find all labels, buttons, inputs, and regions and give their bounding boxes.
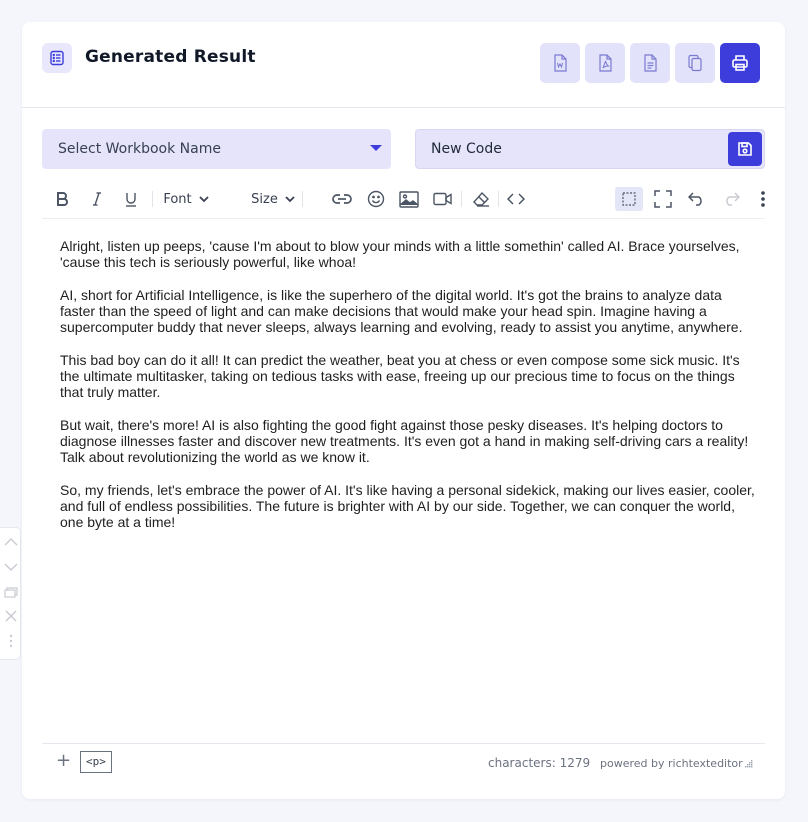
dashed-selection-icon <box>622 192 636 206</box>
editor-toolbar: Font Size <box>42 179 765 219</box>
caret-down-icon <box>370 145 382 151</box>
paragraph: AI, short for Artificial Intelligence, i… <box>60 286 743 336</box>
close-icon <box>5 610 17 622</box>
move-down-button[interactable] <box>3 558 19 576</box>
chevron-down-icon <box>4 563 18 571</box>
underline-button[interactable] <box>121 187 141 211</box>
floating-block-toolbar <box>0 527 21 660</box>
image-icon <box>399 190 419 208</box>
vertical-dots-icon <box>761 191 765 207</box>
toolbar-divider <box>498 191 499 207</box>
text-doc-icon <box>644 54 657 72</box>
duplicate-block-button[interactable] <box>3 583 19 601</box>
redo-icon <box>726 192 740 206</box>
paragraph: But wait, there's more! AI is also fight… <box>60 416 749 466</box>
print-button[interactable] <box>720 43 760 83</box>
toolbar-divider <box>461 191 462 207</box>
italic-button[interactable] <box>87 187 107 211</box>
card-header: Generated Result <box>22 22 785 108</box>
link-icon <box>332 194 352 204</box>
result-card: Generated Result Select Workbook Name Ne… <box>22 22 785 799</box>
save-button[interactable] <box>728 132 762 166</box>
export-word-button[interactable] <box>540 43 580 83</box>
eraser-icon <box>473 191 489 207</box>
chevron-up-icon <box>4 538 18 546</box>
fullscreen-button[interactable] <box>652 187 674 211</box>
page-title: Generated Result <box>85 47 256 67</box>
smiley-icon <box>367 190 385 208</box>
redo-button[interactable] <box>720 187 742 211</box>
bold-icon <box>57 192 68 206</box>
underline-icon <box>126 193 136 207</box>
copy-button[interactable] <box>675 43 715 83</box>
resize-grip-icon[interactable] <box>743 758 753 768</box>
export-text-button[interactable] <box>630 43 670 83</box>
code-name-input[interactable] <box>416 130 716 168</box>
more-options-button[interactable] <box>754 187 772 211</box>
chevron-down-icon <box>199 196 209 203</box>
duplicate-icon <box>4 587 18 598</box>
select-all-button[interactable] <box>615 187 643 211</box>
chevron-down-icon <box>285 196 295 203</box>
editor-content[interactable]: Alright, listen up peeps, 'cause I'm abo… <box>60 238 760 547</box>
undo-icon <box>688 192 702 206</box>
undo-button[interactable] <box>686 187 708 211</box>
size-dropdown-label: Size <box>251 191 278 207</box>
delete-block-button[interactable] <box>3 607 19 625</box>
vertical-dots-icon <box>9 634 13 648</box>
list-document-icon <box>42 43 72 73</box>
fullscreen-icon <box>654 190 672 208</box>
video-camera-icon <box>433 192 452 206</box>
element-path-tag[interactable]: <p> <box>80 751 112 773</box>
insert-image-button[interactable] <box>398 187 420 211</box>
paragraph: So, my friends, let's embrace the power … <box>60 481 755 531</box>
font-dropdown-label: Font <box>163 191 192 207</box>
copy-icon <box>688 54 702 72</box>
code-name-field <box>415 129 765 169</box>
floppy-disk-icon <box>738 142 752 156</box>
word-doc-icon <box>554 54 567 72</box>
powered-by-label: powered by richtexteditor <box>600 757 743 770</box>
export-pdf-button[interactable] <box>585 43 625 83</box>
editor-footer: + <p> characters: 1279 powered by richte… <box>42 743 765 779</box>
insert-link-button[interactable] <box>331 187 353 211</box>
toolbar-divider <box>302 191 303 207</box>
paragraph: Alright, listen up peeps, 'cause I'm abo… <box>60 238 740 271</box>
workbook-select-label: Select Workbook Name <box>58 141 221 157</box>
bold-button[interactable] <box>52 187 72 211</box>
code-view-button[interactable] <box>505 187 527 211</box>
move-up-button[interactable] <box>3 533 19 551</box>
printer-icon <box>732 55 748 71</box>
pdf-doc-icon <box>599 54 612 72</box>
size-dropdown[interactable]: Size <box>249 187 297 211</box>
insert-video-button[interactable] <box>432 187 454 211</box>
italic-icon <box>93 192 101 206</box>
paragraph: This bad boy can do it all! It can predi… <box>60 351 740 401</box>
workbook-select[interactable]: Select Workbook Name <box>42 129 391 169</box>
character-count: characters: 1279 <box>488 756 591 770</box>
font-dropdown[interactable]: Font <box>160 187 212 211</box>
clear-format-button[interactable] <box>470 187 492 211</box>
add-block-button[interactable]: + <box>56 752 71 770</box>
code-brackets-icon <box>507 193 525 205</box>
block-options-button[interactable] <box>3 632 19 650</box>
toolbar-divider <box>152 191 153 207</box>
insert-emoji-button[interactable] <box>365 187 387 211</box>
